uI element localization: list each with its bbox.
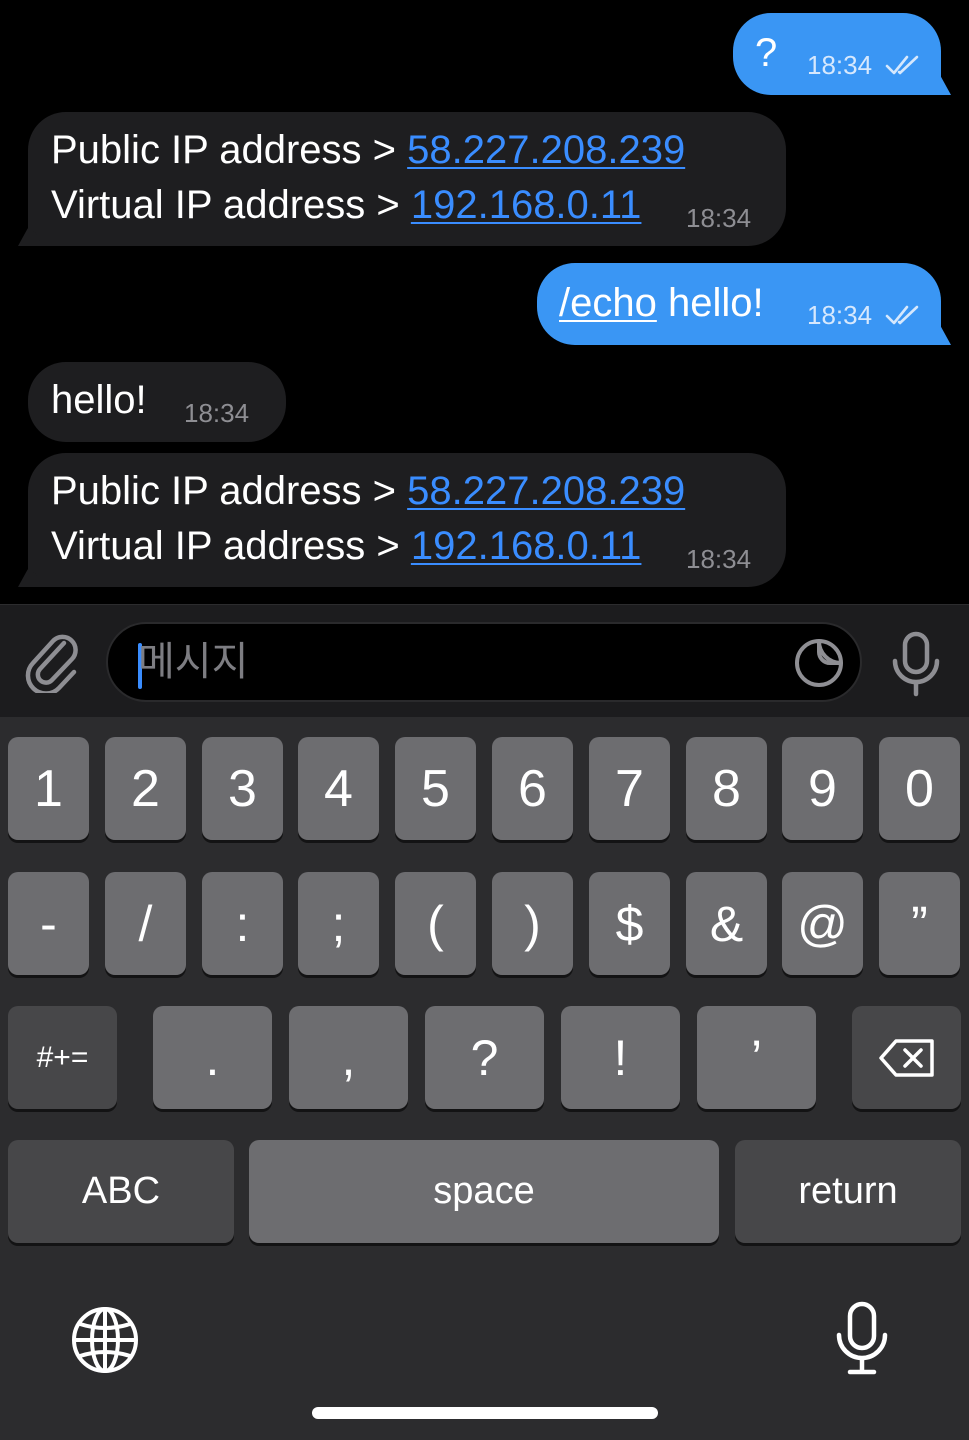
keyboard: 1 2 3 4 5 6 7 8 9 0 - / : ; ( ) $ & @ ” …	[0, 717, 969, 1440]
key-3[interactable]: 3	[202, 737, 283, 840]
public-ip-link[interactable]: 58.227.208.239	[407, 469, 685, 513]
key-comma[interactable]: ,	[289, 1006, 408, 1109]
command-link[interactable]: /echo	[559, 281, 657, 325]
key-ampersand[interactable]: &	[686, 872, 767, 975]
key-8[interactable]: 8	[686, 737, 767, 840]
message-input-placeholder: 메시지	[138, 640, 249, 684]
read-checkmarks-icon	[885, 305, 919, 325]
message-text: hello!	[51, 378, 147, 422]
incoming-message-bubble[interactable]: hello! 18:34	[28, 362, 286, 442]
virtual-ip-link[interactable]: 192.168.0.11	[411, 524, 642, 568]
message-line: Public IP address > 58.227.208.239	[51, 467, 685, 515]
message-line: Virtual IP address > 192.168.0.11	[51, 181, 641, 229]
message-time: 18:34	[686, 544, 752, 574]
microphone-icon[interactable]	[890, 631, 942, 697]
abc-key[interactable]: ABC	[8, 1140, 234, 1243]
key-question[interactable]: ?	[425, 1006, 544, 1109]
virtual-ip-link[interactable]: 192.168.0.11	[411, 183, 642, 227]
chat-history: ? 18:34 Public IP address > 58.227.208.2…	[0, 0, 969, 604]
key-apostrophe[interactable]: ’	[697, 1006, 816, 1109]
key-7[interactable]: 7	[589, 737, 670, 840]
incoming-message-bubble[interactable]: Public IP address > 58.227.208.239 Virtu…	[18, 112, 786, 246]
outgoing-message-bubble[interactable]: /echo hello! 18:34	[537, 263, 951, 345]
space-key[interactable]: space	[249, 1140, 719, 1243]
message-text: ?	[755, 31, 778, 75]
return-key[interactable]: return	[735, 1140, 961, 1243]
key-period[interactable]: .	[153, 1006, 272, 1109]
virtual-ip-label: Virtual IP address >	[51, 524, 411, 568]
public-ip-label: Public IP address >	[51, 128, 408, 172]
key-5[interactable]: 5	[395, 737, 476, 840]
backspace-icon	[878, 1038, 934, 1077]
globe-icon[interactable]	[70, 1305, 140, 1375]
sticker-icon[interactable]	[792, 636, 846, 690]
key-exclamation[interactable]: !	[561, 1006, 680, 1109]
message-text: /echo hello!	[559, 279, 764, 327]
backspace-key[interactable]	[852, 1006, 961, 1109]
key-hyphen[interactable]: -	[8, 872, 89, 975]
read-checkmarks-icon	[885, 55, 919, 75]
message-text: hello!	[656, 281, 764, 325]
public-ip-label: Public IP address >	[51, 469, 408, 513]
bubble-tail	[18, 228, 40, 246]
key-2[interactable]: 2	[105, 737, 186, 840]
key-more-symbols[interactable]: #+=	[8, 1006, 117, 1109]
message-composer: 메시지	[0, 604, 969, 717]
key-dollar[interactable]: $	[589, 872, 670, 975]
dictation-microphone-icon[interactable]	[834, 1301, 890, 1377]
key-6[interactable]: 6	[492, 737, 573, 840]
message-time: 18:34	[807, 50, 873, 80]
message-line: Virtual IP address > 192.168.0.11	[51, 522, 641, 570]
key-close-paren[interactable]: )	[492, 872, 573, 975]
public-ip-link[interactable]: 58.227.208.239	[407, 128, 685, 172]
message-time: 18:34	[184, 398, 250, 428]
message-time: 18:34	[686, 203, 752, 233]
key-colon[interactable]: :	[202, 872, 283, 975]
key-0[interactable]: 0	[879, 737, 960, 840]
bubble-tail	[18, 569, 40, 587]
bubble-tail	[929, 327, 951, 345]
key-quote[interactable]: ”	[879, 872, 960, 975]
message-line: Public IP address > 58.227.208.239	[51, 126, 685, 174]
key-slash[interactable]: /	[105, 872, 186, 975]
message-input[interactable]: 메시지	[106, 622, 862, 702]
virtual-ip-label: Virtual IP address >	[51, 183, 411, 227]
key-at[interactable]: @	[782, 872, 863, 975]
bubble-tail	[929, 77, 951, 95]
key-4[interactable]: 4	[298, 737, 379, 840]
key-open-paren[interactable]: (	[395, 872, 476, 975]
incoming-message-bubble[interactable]: Public IP address > 58.227.208.239 Virtu…	[18, 453, 786, 587]
key-semicolon[interactable]: ;	[298, 872, 379, 975]
home-indicator[interactable]	[312, 1407, 658, 1419]
key-1[interactable]: 1	[8, 737, 89, 840]
key-9[interactable]: 9	[782, 737, 863, 840]
paperclip-icon[interactable]	[24, 629, 82, 693]
outgoing-message-bubble[interactable]: ? 18:34	[733, 13, 951, 95]
message-time: 18:34	[807, 300, 873, 330]
